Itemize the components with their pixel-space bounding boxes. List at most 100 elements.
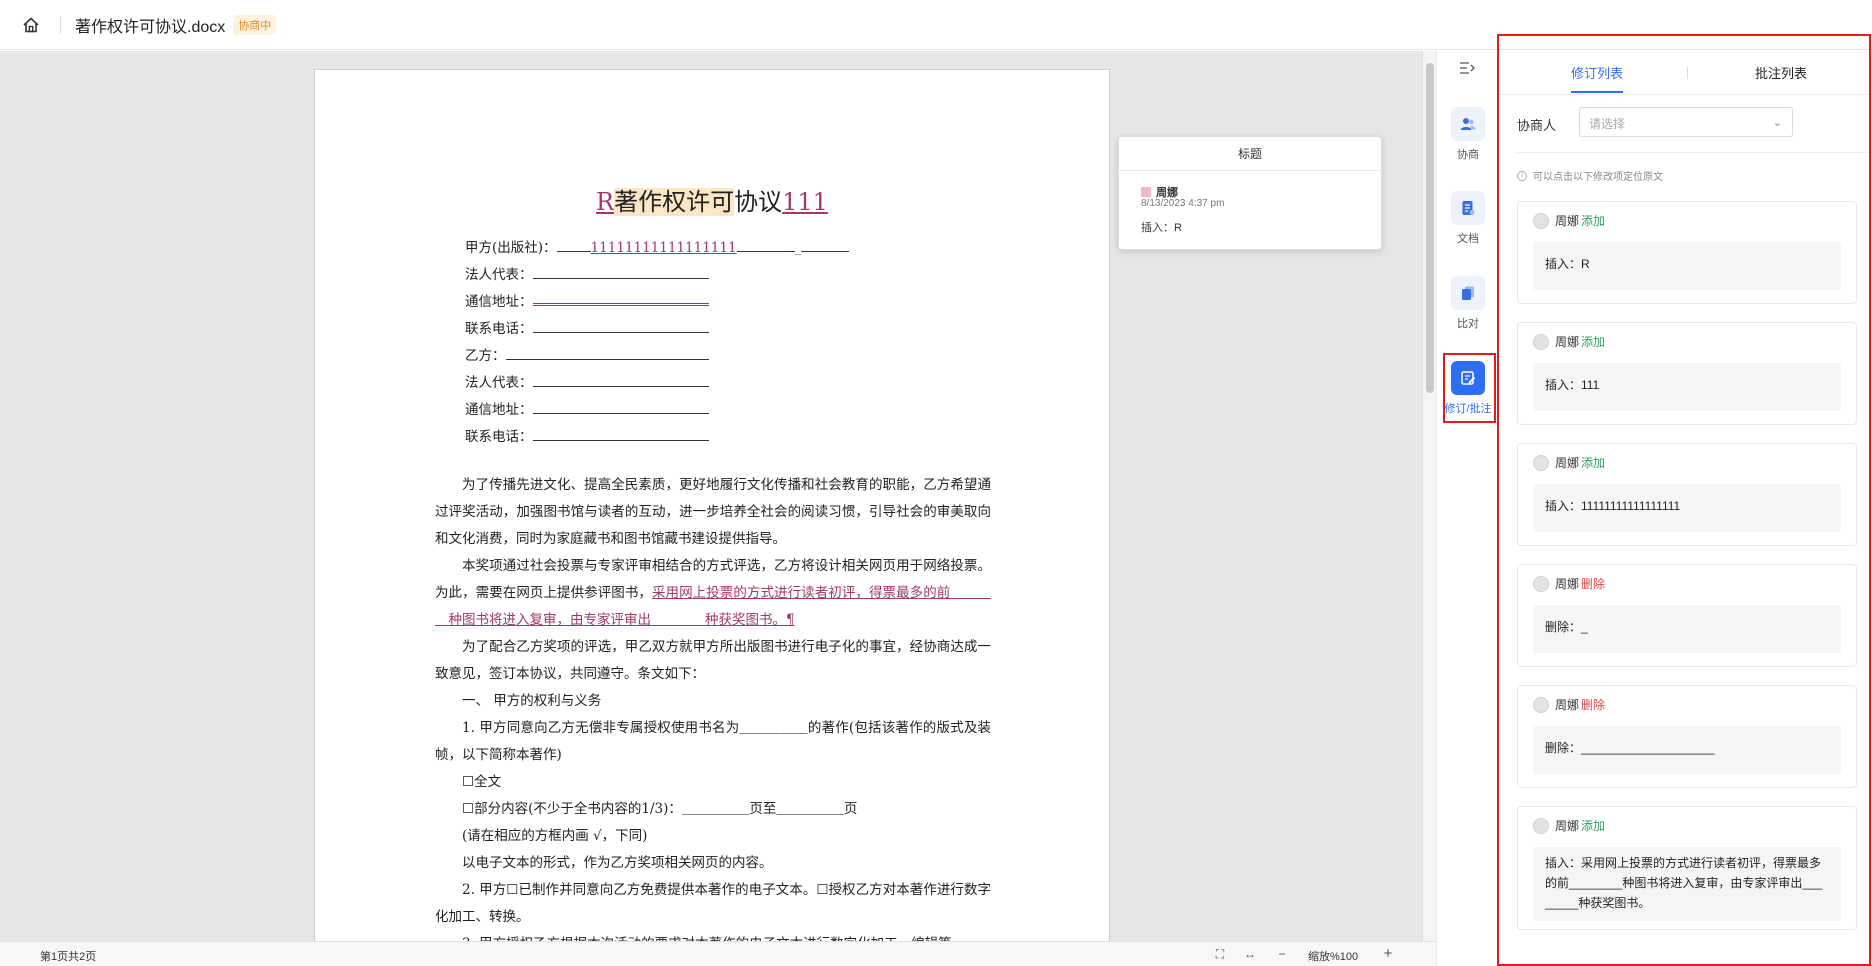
revision-card[interactable]: 周娜 删除 删除：____________________ [1517,685,1857,788]
revision-popover[interactable]: 标题 周娜 8/13/2023 4:37 pm 插入：R [1118,136,1382,250]
revision-text: 插入：R [1533,242,1841,290]
popover-change: 插入：R [1141,222,1182,234]
revision-insert[interactable]: 11111111111111111 [591,240,737,256]
document-heading[interactable]: R著作权许可协议111 [315,182,1109,217]
avatar [1533,333,1549,350]
fit-page-icon[interactable]: ⛶ [1212,946,1228,962]
field-row: 甲方(出版社)： 11111111111111111 _ [465,236,850,256]
panel-tabs: 修订列表 批注列表 [1499,51,1872,95]
avatar [1533,575,1549,592]
document-canvas: R著作权许可协议111 甲方(出版社)： 11111111111111111 _ 法… [0,51,1422,941]
filter-label: 协商人 [1517,118,1557,133]
action-badge: 添加 [1581,819,1606,833]
fit-width-icon[interactable]: ↔ [1242,946,1258,962]
field-label: 甲方(出版社)： [465,240,557,256]
collapse-panel-icon[interactable] [1459,61,1475,79]
paragraph[interactable]: 以电子文本的形式，作为乙方奖项相关网页的内容。 [435,850,991,877]
divider [60,15,61,34]
users-icon [1451,107,1485,141]
paragraph[interactable]: 1. 甲方同意向乙方无偿非专属授权使用书名为＿＿＿＿＿的著作(包括该著作的版式及… [435,715,991,769]
popover-title: 标题 [1119,137,1381,171]
revision-text: 插入：采用网上投票的方式进行读者初评，得票最多的前________种图书将进入复… [1533,847,1841,921]
rail-item-revisions[interactable]: 修订/批注 [1437,361,1499,416]
chevron-down-icon: ⌄ [1772,117,1782,129]
edit-icon [1451,361,1485,395]
heading-text: 协议 [734,188,783,216]
revision-card[interactable]: 周娜 添加 插入：111 [1517,322,1857,425]
avatar [1533,454,1549,471]
field-label: 联系电话： [465,429,533,445]
hint-text: i 可以点击以下修改项定位原文 [1517,168,1663,183]
action-badge: 添加 [1581,335,1606,349]
paragraph[interactable]: 为了配合乙方奖项的评选，甲乙双方就甲方所出版图书进行电子化的事宜，经协商达成一致… [435,634,991,688]
rail-item-document[interactable]: 文档 [1437,191,1499,246]
field-row: 法人代表： [465,371,709,391]
revision-text: 删除：_ [1533,605,1841,653]
zoom-in-icon[interactable]: + [1380,946,1396,962]
rail-item-compare[interactable]: 比对 [1437,276,1499,331]
paragraph[interactable]: 2. 甲方☐已制作并同意向乙方免费提供本著作的电子文本。☐授权乙方对本著作进行数… [435,877,991,931]
user-color-swatch [1141,187,1151,197]
field-label: 联系电话： [465,321,533,337]
action-badge: 删除 [1581,698,1606,712]
top-bar: 著作权许可协议.docx 协商中 [0,0,1872,50]
field-label: 法人代表： [465,267,533,283]
revision-delete[interactable] [532,292,709,306]
active-tab-indicator [1571,91,1623,93]
side-rail: 协商 文档 比对 修订/批注 [1436,51,1498,966]
paragraph[interactable]: 本奖项通过社会投票与专家评审相结合的方式评选，乙方将设计相关网页用于网络投票。为… [435,553,991,634]
scrollbar-thumb[interactable] [1426,63,1434,393]
revisions-panel: 修订列表 批注列表 协商人 请选择 ⌄ i 可以点击以下修改项定位原文 周娜 添加 … [1497,34,1872,966]
document-page[interactable]: R著作权许可协议111 甲方(出版社)： 11111111111111111 _ 法… [314,69,1110,941]
status-badge: 协商中 [233,14,277,35]
avatar [1533,817,1549,834]
field-row: 乙方： [465,344,709,364]
field-row: 法人代表： [465,263,709,283]
info-icon: i [1517,170,1527,181]
field-label: 乙方： [465,348,506,364]
field-row: 联系电话： [465,317,709,337]
revision-insert[interactable]: 111 [782,188,828,216]
revision-insert[interactable]: R [596,188,614,216]
action-badge: 添加 [1581,214,1606,228]
home-icon [23,16,39,32]
field-row: 联系电话： [465,425,709,445]
field-row: 通信地址： [465,398,709,418]
field-row: 通信地址： [465,290,709,310]
document-icon [1451,191,1485,225]
document-title: 著作权许可协议.docx [75,18,226,36]
status-bar: 第1页共2页 ⛶ ↔ − 缩放%100 + [0,941,1436,966]
action-badge: 删除 [1581,577,1606,591]
revision-text: 插入：111 [1533,363,1841,411]
zoom-out-icon[interactable]: − [1274,946,1290,962]
paragraph[interactable]: 3. 甲方授权乙方根据本次活动的要求对本著作的电子文本进行数字化加工、编辑等 [435,931,991,941]
field-label: 通信地址： [465,294,533,310]
revision-text: 删除：____________________ [1533,726,1841,774]
revision-card[interactable]: 周娜 添加 插入：采用网上投票的方式进行读者初评，得票最多的前________种图… [1517,806,1857,930]
compare-icon [1451,276,1485,310]
page-count: 第1页共2页 [40,951,97,963]
vertical-scrollbar[interactable] [1422,51,1436,941]
rail-item-negotiate[interactable]: 协商 [1437,107,1499,162]
home-button[interactable] [16,10,46,40]
avatar [1533,696,1549,713]
paragraph[interactable]: 为了传播先进文化、提高全民素质，更好地履行文化传播和社会教育的职能，乙方希望通过… [435,472,991,553]
heading-highlight: 著作权许可 [614,188,735,216]
revision-card[interactable]: 周娜 添加 插入：R [1517,201,1857,304]
checkbox-option[interactable]: ☐全文 [435,769,991,796]
zoom-level: 缩放%100 [1308,951,1359,963]
revision-card[interactable]: 周娜 删除 删除：_ [1517,564,1857,667]
revision-card[interactable]: 周娜 添加 插入：11111111111111111 [1517,443,1857,546]
section-heading[interactable]: 一、 甲方的权利与义务 [435,688,991,715]
avatar [1533,212,1549,229]
field-label: 法人代表： [465,375,533,391]
tab-comment-list[interactable]: 批注列表 [1755,63,1807,82]
revision-text: 插入：11111111111111111 [1533,484,1841,532]
field-label: 通信地址： [465,402,533,418]
popover-time: 8/13/2023 4:37 pm [1141,198,1225,209]
paragraph[interactable]: (请在相应的方框内画 √，下同) [435,823,991,850]
negotiator-select[interactable]: 请选择 ⌄ [1579,107,1793,137]
checkbox-option[interactable]: ☐部分内容(不少于全书内容的1/3)：＿＿＿＿＿页至＿＿＿＿＿页 [435,796,991,823]
tab-revision-list[interactable]: 修订列表 [1571,63,1623,82]
action-badge: 添加 [1581,456,1606,470]
